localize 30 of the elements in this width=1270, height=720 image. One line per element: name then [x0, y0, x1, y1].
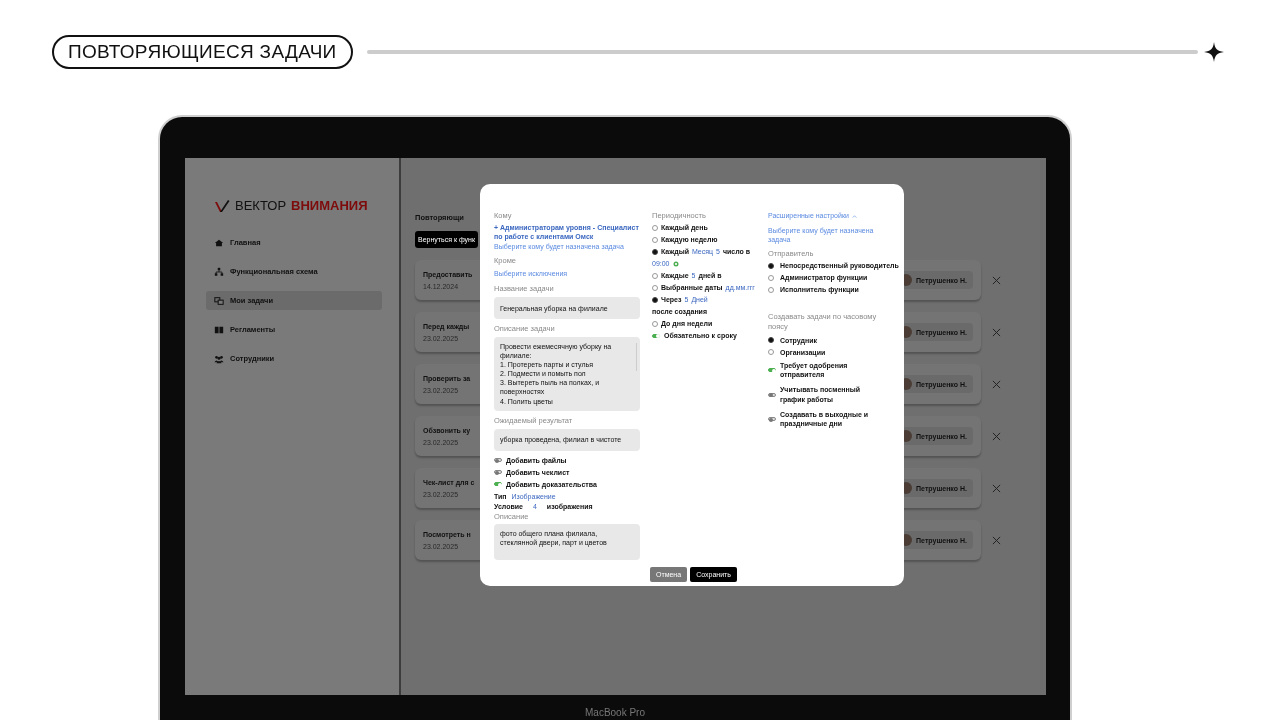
- close-icon: [992, 275, 1001, 285]
- toggle-switch[interactable]: [494, 458, 502, 463]
- toggle-switch[interactable]: [652, 333, 660, 338]
- chat-icon: [214, 295, 224, 306]
- close-icon: [992, 431, 1001, 441]
- logo-text: ВНИМАНИЯ: [291, 198, 368, 213]
- people-icon: [214, 353, 224, 364]
- radio-button[interactable]: [652, 296, 658, 303]
- close-icon: [992, 535, 1001, 545]
- sparkle-icon: [1204, 42, 1224, 62]
- toggle-switch[interactable]: [768, 392, 776, 397]
- hierarchy-icon: [214, 266, 224, 277]
- home-icon: [214, 237, 224, 248]
- logo-text: ВЕКТОР: [235, 198, 287, 213]
- close-icon: [992, 483, 1001, 493]
- toggle-switch[interactable]: [768, 368, 776, 373]
- close-icon: [992, 379, 1001, 389]
- laptop-model-label: MacBook Pro: [585, 707, 645, 718]
- checkmark-logo-icon: [214, 198, 230, 213]
- toggle-switch[interactable]: [494, 470, 502, 475]
- caret-icon: [851, 214, 857, 218]
- book-icon: [214, 324, 224, 335]
- toggle-switch[interactable]: [494, 482, 502, 487]
- toggle-switch[interactable]: [768, 417, 776, 422]
- close-icon: [992, 327, 1001, 337]
- radio-button[interactable]: [652, 248, 658, 255]
- radio-button[interactable]: [768, 337, 774, 343]
- radio-button[interactable]: [768, 262, 774, 269]
- slide-title: ПОВТОРЯЮЩИЕСЯ ЗАДАЧИ: [52, 35, 353, 69]
- check-circle-icon: [672, 260, 679, 267]
